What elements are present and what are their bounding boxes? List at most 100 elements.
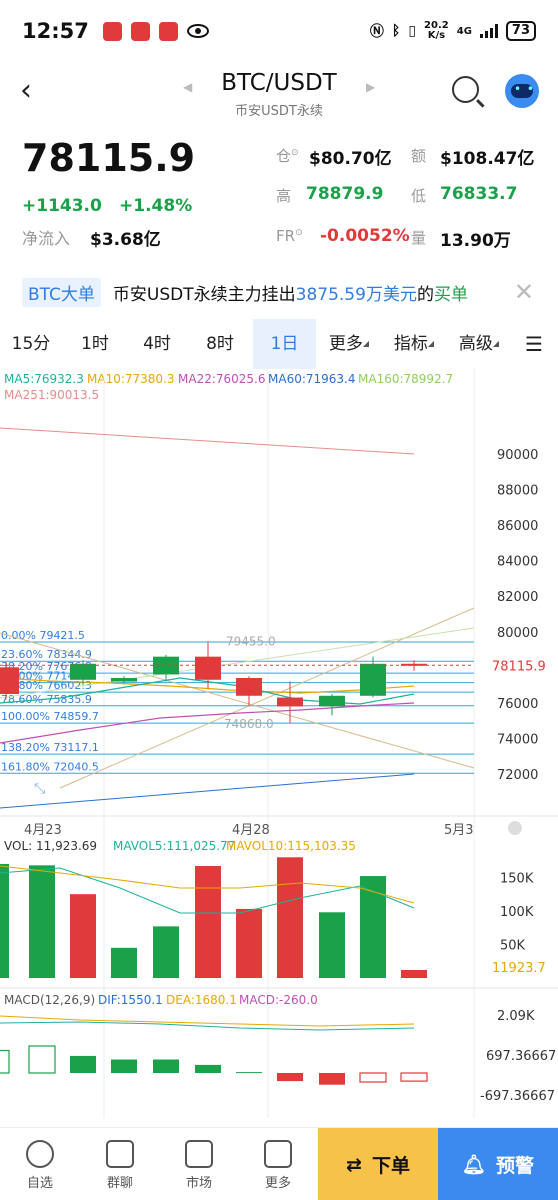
tab-8h[interactable]: 8时: [189, 319, 251, 369]
macd-bar: [28, 1045, 56, 1074]
vol-legend: MAVOL5:111,025.77: [113, 839, 235, 853]
next-pair-icon[interactable]: ▶: [366, 80, 375, 94]
ma251-line: [0, 427, 415, 455]
tab-4h[interactable]: 4时: [126, 319, 188, 369]
vol-axis-label: 11923.7: [492, 961, 546, 976]
volume-bar: [401, 970, 427, 978]
candle-body: [70, 663, 96, 680]
large-order-banner[interactable]: BTC大单 币安USDT永续主力挂出 3875.59万美元的买单 ✕: [0, 270, 558, 314]
macd-bar: [319, 1073, 345, 1085]
ma60-line: [0, 773, 415, 809]
price-axis-label: 74000: [497, 732, 538, 747]
price-axis-label: 72000: [497, 768, 538, 783]
market-icon: [185, 1140, 213, 1168]
bell-icon: 🔔︎: [461, 1154, 487, 1176]
ma-legend-item: MA160:78992.7: [358, 372, 453, 386]
tab-more[interactable]: 更多◢: [320, 319, 378, 369]
candle-body: [0, 667, 19, 694]
header: ‹ ◀ BTC/USDT 币安USDT永续 ▶: [0, 62, 558, 124]
macd-bar: [195, 1064, 221, 1073]
macd-bar: [70, 1055, 96, 1073]
app-notification-icon: [158, 21, 178, 41]
caret-icon: ◢: [427, 339, 435, 348]
volume-bar: [195, 866, 221, 978]
volume-bar: [277, 857, 303, 978]
banner-text: 币安USDT永续主力挂出: [112, 284, 296, 305]
clock: 12:57: [22, 19, 89, 43]
close-icon[interactable]: ✕: [514, 278, 534, 306]
tab-15m[interactable]: 15分: [0, 319, 62, 369]
banner-text-2: 的: [416, 284, 434, 305]
nav-group-chat[interactable]: 群聊: [80, 1128, 160, 1200]
tab-advanced[interactable]: 高级◢: [450, 319, 508, 369]
price-axis-label: 84000: [497, 555, 538, 570]
nav-more[interactable]: 更多: [238, 1128, 318, 1200]
volume-bar: [70, 894, 96, 978]
tab-1h[interactable]: 1时: [64, 319, 126, 369]
notification-icons: [102, 21, 209, 41]
tab-1d[interactable]: 1日: [253, 319, 316, 369]
candle-body: [360, 663, 386, 696]
qty-label: 量: [411, 229, 427, 247]
fib-label: 138.20% 73117.1: [1, 741, 99, 754]
price-axis-label: 76000: [497, 697, 538, 712]
volume-bar: [29, 865, 55, 978]
volume-bar: [319, 912, 345, 978]
price-axis-label: 88000: [497, 484, 538, 499]
macd-legend: MACD(12,26,9): [4, 993, 95, 1007]
ma-legend-item: MA22:76025.6: [178, 372, 266, 386]
macd-axis-label: 2.09K: [497, 1009, 535, 1024]
funding-rate-value: -0.0052%: [320, 226, 410, 246]
dea-line: [0, 1015, 415, 1027]
last-price: 78115.9: [22, 136, 196, 180]
low-value: 76833.7: [440, 184, 518, 204]
fib-label: 100.00% 74859.7: [1, 710, 99, 723]
vol-axis-label: 50K: [500, 938, 526, 953]
status-bar: 12:57 Ⓝ ᛒ ▯ 20.2 K/s 4G 73: [0, 0, 558, 62]
app-notification-icon: [130, 21, 150, 41]
candle-body: [195, 656, 221, 680]
tab-indicators[interactable]: 指标◢: [385, 319, 443, 369]
price-axis-label: 78115.9: [492, 659, 546, 674]
order-button[interactable]: ⇄ 下单: [318, 1128, 438, 1200]
status-right: Ⓝ ᛒ ▯ 20.2 K/s 4G 73: [370, 21, 536, 41]
price-axis-label: 82000: [497, 590, 538, 605]
ma-legend-item: MA251:90013.5: [4, 388, 99, 402]
network-type: 4G: [456, 25, 472, 37]
vol-axis-label: 100K: [500, 905, 534, 920]
volume-bar: [0, 864, 9, 978]
nav-watchlist[interactable]: 自选: [0, 1128, 80, 1200]
net-speed: 20.2 K/s: [424, 20, 449, 41]
macd-bar: [111, 1059, 137, 1073]
bottom-bar: 自选 群聊 市场 更多 ⇄ 下单 🔔︎ 预警: [0, 1127, 558, 1200]
nav-market[interactable]: 市场: [159, 1128, 239, 1200]
macd-bar: [400, 1072, 428, 1082]
chart-svg: MA5:76932.3 MA10:77380.3 MA22:76025.6 MA60:…: [0, 368, 558, 1118]
exchange-subtitle: 币安USDT永续: [235, 104, 323, 119]
price-axis-label: 86000: [497, 519, 538, 534]
vol-legend: VOL: 11,923.69: [4, 839, 97, 853]
macd-bar: [359, 1072, 387, 1083]
date-label: 4月23: [24, 823, 62, 838]
assistant-icon[interactable]: [505, 74, 539, 108]
fib-label: 0.00% 79421.5: [1, 629, 85, 642]
fib-label: 161.80% 72040.5: [1, 760, 99, 773]
vibrate-icon: ▯: [408, 23, 417, 39]
caret-icon: ◢: [492, 339, 500, 348]
funding-rate-label: FR⊙: [276, 227, 303, 245]
search-icon[interactable]: [452, 76, 479, 103]
low-label: 低: [411, 187, 427, 205]
signal-icon: [479, 24, 498, 38]
ma-legend-item: MA5:76932.3: [4, 372, 84, 386]
swap-icon: ⇄: [346, 1153, 362, 1176]
kline-chart[interactable]: MA5:76932.3 MA10:77380.3 MA22:76025.6 MA60:…: [0, 368, 558, 1123]
price-axis-label: 90000: [497, 448, 538, 463]
high-annotation: 79455.0: [226, 634, 276, 648]
timeframe-tabs: 15分 1时 4时 8时 1日 更多◢ 指标◢ 高级◢ ☰: [0, 319, 558, 369]
amount-label: 额: [411, 147, 427, 165]
vol-axis-label: 150K: [500, 871, 534, 886]
volume-bar: [111, 947, 137, 978]
chart-settings-icon[interactable]: ☰: [514, 319, 554, 369]
alert-button[interactable]: 🔔︎ 预警: [438, 1128, 558, 1200]
high-value: 78879.9: [306, 184, 384, 204]
